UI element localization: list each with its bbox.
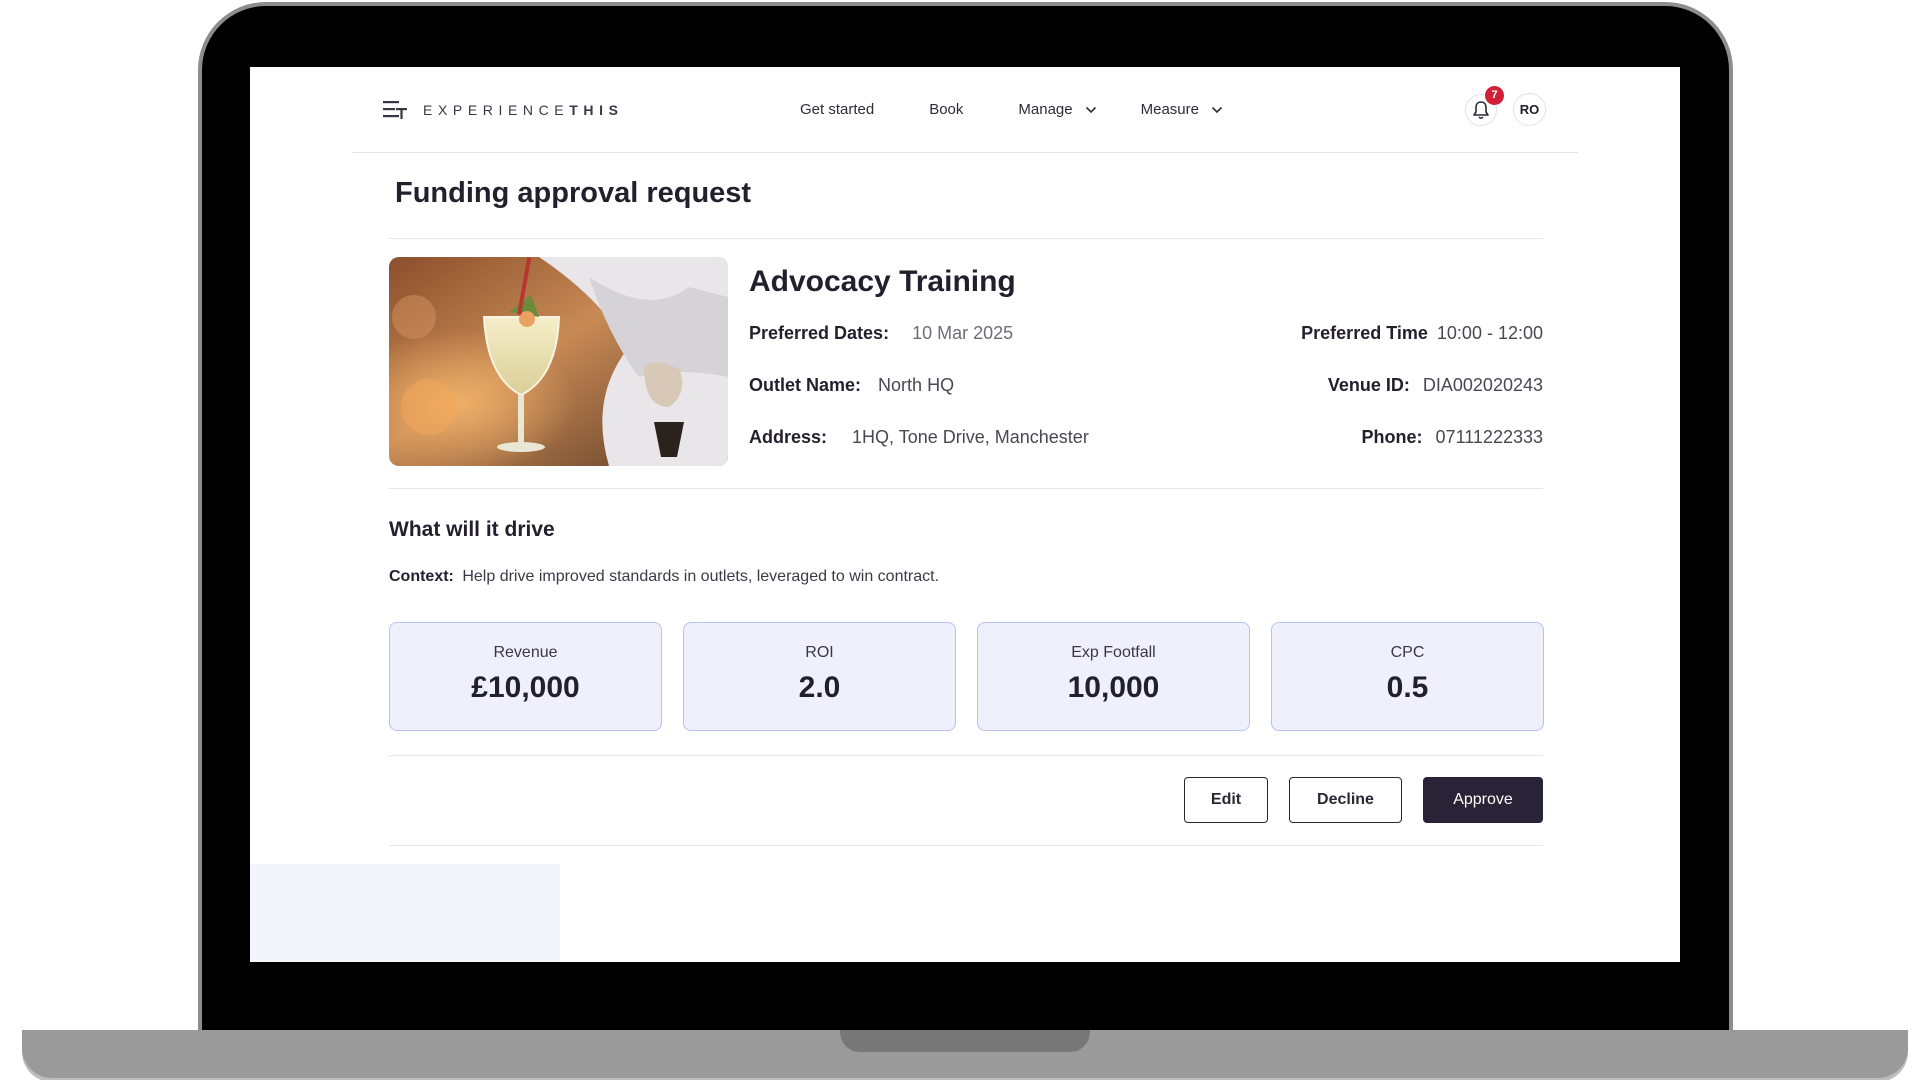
phone-label: Phone: xyxy=(1361,427,1423,447)
address-label: Address: xyxy=(749,427,828,447)
metric-label: Revenue xyxy=(493,644,558,661)
metric-value: 0.5 xyxy=(1386,671,1429,704)
chevron-down-icon xyxy=(1085,106,1096,113)
venue-id-label: Venue ID: xyxy=(1327,375,1410,395)
logo-bars-icon xyxy=(383,101,407,119)
metric-label: Exp Footfall xyxy=(1071,644,1156,661)
outlet-name: Outlet Name: North HQ xyxy=(749,375,954,396)
divider xyxy=(389,755,1543,756)
divider xyxy=(389,845,1543,846)
address: Address: 1HQ, Tone Drive, Manchester xyxy=(749,427,1089,448)
logo-text: EXPERIENCETHIS xyxy=(423,102,624,118)
context-text: Context: Help drive improved standards i… xyxy=(389,568,939,586)
metric-label: ROI xyxy=(805,644,834,661)
brand-logo[interactable]: EXPERIENCETHIS xyxy=(383,100,624,120)
divider xyxy=(389,488,1543,489)
cocktail-photo xyxy=(389,257,728,466)
nav-manage[interactable]: Manage xyxy=(1018,101,1096,118)
nav-book-label: Book xyxy=(929,101,964,118)
event-title: Advocacy Training xyxy=(749,265,1016,298)
metric-card-cpc: CPC 0.5 xyxy=(1271,622,1544,731)
outlet-name-value: North HQ xyxy=(878,375,955,395)
metric-value: 10,000 xyxy=(1067,671,1160,704)
outlet-name-label: Outlet Name: xyxy=(749,375,862,395)
logo-text-light: EXPERIENCE xyxy=(423,102,570,118)
nav-measure[interactable]: Measure xyxy=(1141,101,1223,118)
preferred-time-label: Preferred Time xyxy=(1301,323,1428,343)
event-image xyxy=(389,257,728,466)
logo-text-bold: THIS xyxy=(569,102,624,118)
preferred-dates-value: 10 Mar 2025 xyxy=(912,323,1014,343)
nav-book[interactable]: Book xyxy=(929,101,963,118)
metric-value: 2.0 xyxy=(798,671,841,704)
chevron-down-icon xyxy=(1211,106,1223,113)
decline-button[interactable]: Decline xyxy=(1289,777,1402,823)
metric-card-roi: ROI 2.0 xyxy=(683,622,956,731)
metric-card-footfall: Exp Footfall 10,000 xyxy=(977,622,1250,731)
nav-get-started-label: Get started xyxy=(800,101,875,118)
laptop-notch xyxy=(840,1030,1090,1052)
context-label: Context: xyxy=(389,568,454,585)
preferred-dates-label: Preferred Dates: xyxy=(749,323,890,343)
nav-links: Get started Book Manage Measure xyxy=(800,101,1223,118)
top-navigation: EXPERIENCETHIS Get started Book Manage M… xyxy=(352,67,1578,153)
metric-label: CPC xyxy=(1390,644,1425,661)
avatar[interactable]: RO xyxy=(1513,93,1546,126)
nav-actions: 7 RO xyxy=(1465,85,1546,126)
venue-id: Venue ID: DIA002020243 xyxy=(1328,375,1543,396)
phone-value: 07111222333 xyxy=(1435,427,1543,447)
preferred-time: Preferred Time 10:00 - 12:00 xyxy=(1301,323,1543,344)
address-value: 1HQ, Tone Drive, Manchester xyxy=(852,427,1089,447)
screen: EXPERIENCETHIS Get started Book Manage M… xyxy=(250,67,1680,962)
screen-corner-panel xyxy=(250,864,560,962)
notification-badge: 7 xyxy=(1485,85,1504,105)
context-value: Help drive improved standards in outlets… xyxy=(462,568,940,585)
preferred-dates: Preferred Dates: 10 Mar 2025 xyxy=(749,323,1013,344)
preferred-time-value: 10:00 - 12:00 xyxy=(1436,323,1543,343)
metrics-row: Revenue £10,000 ROI 2.0 Exp Footfall 10,… xyxy=(389,622,1544,731)
page-title: Funding approval request xyxy=(395,177,752,209)
nav-manage-label: Manage xyxy=(1018,101,1073,118)
metric-card-revenue: Revenue £10,000 xyxy=(389,622,662,731)
approve-button[interactable]: Approve xyxy=(1423,777,1543,823)
nav-measure-label: Measure xyxy=(1140,101,1199,118)
phone: Phone: 07111222333 xyxy=(1362,427,1543,448)
nav-get-started[interactable]: Get started xyxy=(800,101,874,118)
action-buttons: Edit Decline Approve xyxy=(1184,777,1543,823)
section-title-drive: What will it drive xyxy=(389,518,555,541)
metric-value: £10,000 xyxy=(471,671,580,704)
venue-id-value: DIA002020243 xyxy=(1422,375,1543,395)
divider xyxy=(389,238,1543,239)
notifications-button[interactable]: 7 xyxy=(1465,85,1504,126)
edit-button[interactable]: Edit xyxy=(1184,777,1268,823)
